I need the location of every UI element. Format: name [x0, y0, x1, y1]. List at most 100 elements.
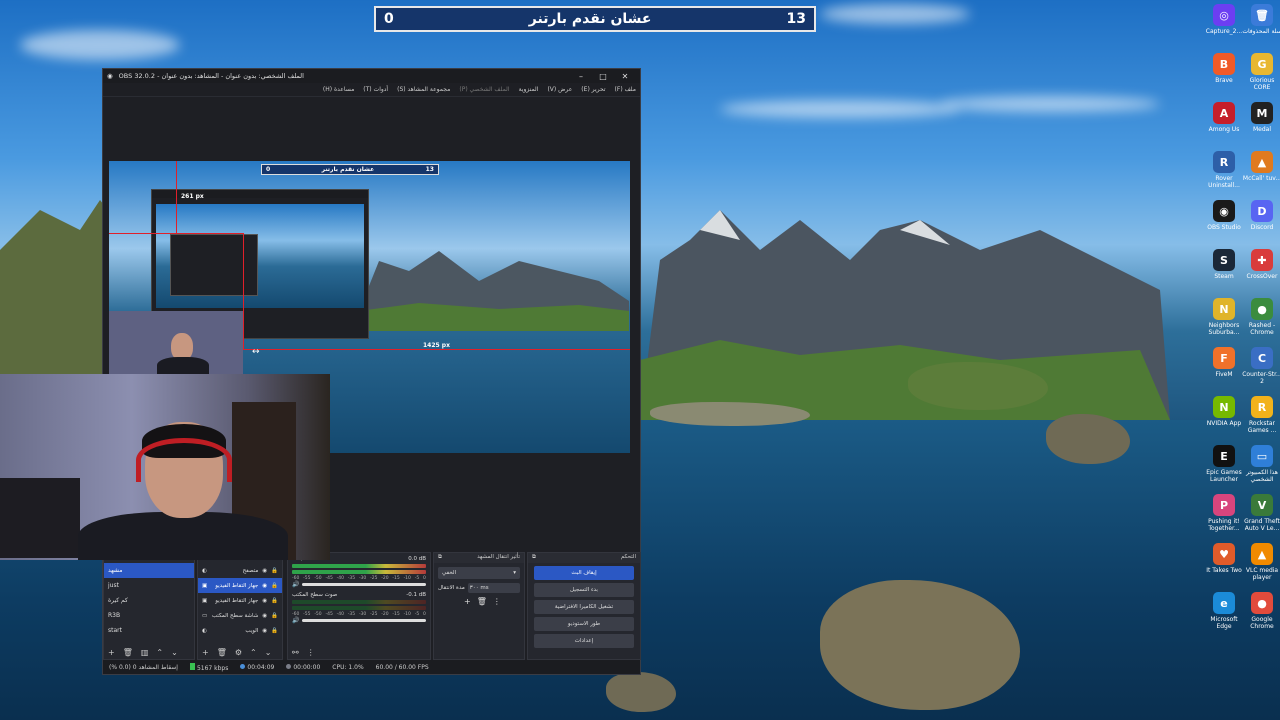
menu-edit[interactable]: تحرير (E) [581, 86, 605, 93]
desktop-icons: ◎ Capture_2... 🗑 سلة المحذوفات B Brave G Glorio… [1200, 0, 1280, 700]
desktop-icon[interactable]: ▭ هذا الكمبيوتر الشخصي [1242, 445, 1280, 483]
desktop-icon[interactable]: ● Google Chrome [1242, 592, 1280, 630]
desktop-icon[interactable]: B Brave [1204, 53, 1244, 84]
desktop-icon[interactable]: F FiveM [1204, 347, 1244, 378]
desktop-icon[interactable]: A Among Us [1204, 102, 1244, 133]
desktop-icon-label: It Takes Two [1206, 567, 1242, 574]
maximize-icon[interactable]: □ [592, 72, 614, 81]
desktop-icon[interactable]: ✚ CrossOver [1242, 249, 1280, 280]
app-icon: ● [1251, 592, 1273, 614]
trash-icon[interactable]: 🗑 [217, 648, 227, 657]
source-item[interactable]: ◐ متصفح ◉ 🔒 [198, 563, 282, 578]
start-recording-button[interactable]: بدء التسجيل [534, 583, 634, 597]
trash-icon[interactable]: 🗑 [123, 648, 133, 657]
desktop-icon[interactable]: ▲ VLC media player [1242, 543, 1280, 581]
desktop-icon[interactable]: E Epic Games Launcher [1204, 445, 1244, 483]
desktop-icon[interactable]: ▲ McCall' tuv... [1242, 151, 1280, 182]
volume-slider[interactable] [302, 583, 426, 586]
lock-icon[interactable]: 🔒 [271, 628, 278, 634]
menu-tools[interactable]: أدوات (T) [363, 86, 388, 93]
eye-icon[interactable]: ◉ [262, 598, 267, 604]
scene-item[interactable]: R3B [104, 608, 194, 623]
scale-tick: -5 [414, 612, 420, 617]
scale-tick: -30 [358, 612, 367, 617]
stop-stream-button[interactable]: إيقاف البث [534, 566, 634, 580]
up-icon[interactable]: ⌃ [156, 648, 163, 657]
down-icon[interactable]: ⌄ [265, 648, 272, 657]
studio-mode-button[interactable]: طور الاستوديو [534, 617, 634, 631]
eye-icon[interactable]: ◉ [262, 568, 267, 574]
desktop-icon-label: OBS Studio [1207, 224, 1241, 231]
source-item[interactable]: ▣ جهاز التقاط الفيديو ◉ 🔒 [198, 593, 282, 608]
menu-file[interactable]: ملف (F) [615, 86, 636, 93]
more-icon[interactable]: ⋮ [493, 597, 501, 606]
eye-icon[interactable]: ◉ [262, 583, 267, 589]
desktop-icon-label: Neighbors Suburba... [1208, 322, 1240, 336]
desktop-icon[interactable]: ♥ It Takes Two [1204, 543, 1244, 574]
guide-vertical-right [243, 233, 244, 349]
add-icon[interactable]: + [108, 648, 115, 657]
down-icon[interactable]: ⌄ [171, 648, 178, 657]
eye-icon[interactable]: ◉ [262, 628, 267, 634]
popout-icon[interactable]: ⧉ [438, 554, 442, 562]
desktop-icon[interactable]: ◉ OBS Studio [1204, 200, 1244, 231]
desktop-icon[interactable]: N NVIDIA App [1204, 396, 1244, 427]
eye-icon[interactable]: ◉ [262, 613, 267, 619]
menu-profile[interactable]: الملف الشخصي (P) [459, 86, 509, 93]
volume-slider[interactable] [302, 619, 426, 622]
scene-item[interactable]: just [104, 578, 194, 593]
menu-scene-collection[interactable]: مجموعة المشاهد (S) [397, 86, 450, 93]
speaker-icon[interactable]: 🔊 [292, 617, 299, 624]
obs-title-bar[interactable]: ◉ OBS 32.0.2 - الملف الشخصي: بدون عنوان … [103, 69, 640, 83]
source-item[interactable]: ▭ شاشة سطح المكتب ◉ 🔒 [198, 608, 282, 623]
source-label: جهاز التقاط الفيديو [215, 597, 259, 604]
scene-item[interactable]: كم كيرة [104, 593, 194, 608]
transition-select[interactable]: الخفي ▾ [438, 567, 520, 579]
lock-icon[interactable]: 🔒 [271, 583, 278, 589]
lock-icon[interactable]: 🔒 [271, 568, 278, 574]
minimize-icon[interactable]: – [570, 72, 592, 81]
desktop-icon[interactable]: M Medal [1242, 102, 1280, 133]
scene-item[interactable]: start [104, 623, 194, 638]
fps: 60.00 / 60.00 FPS [375, 663, 429, 671]
speaker-icon[interactable]: 🔊 [292, 581, 299, 588]
filter-icon[interactable]: ▥ [141, 648, 149, 657]
scene-item[interactable]: مشهد [104, 563, 194, 578]
lock-icon[interactable]: 🔒 [271, 598, 278, 604]
menu-view[interactable]: عرض (V) [547, 86, 572, 93]
desktop-icon[interactable]: S Steam [1204, 249, 1244, 280]
desktop-icon[interactable]: N Neighbors Suburba... [1204, 298, 1244, 336]
desktop-icon[interactable]: C Counter-Str... 2 [1242, 347, 1280, 385]
desktop-icon[interactable]: R Rockstar Games ... [1242, 396, 1280, 434]
menu-docks[interactable]: المنزوية [519, 86, 539, 93]
link-icon[interactable]: ⚯ [292, 648, 299, 657]
trash-icon[interactable]: 🗑 [477, 597, 487, 606]
virtual-camera-button[interactable]: تشغيل الكاميرا الافتراضية [534, 600, 634, 614]
desktop-icon[interactable]: e Microsoft Edge [1204, 592, 1244, 630]
gear-icon[interactable]: ⚙ [235, 648, 242, 657]
duration-input[interactable]: ٣٠٠ ms [467, 583, 520, 593]
add-icon[interactable]: + [464, 597, 471, 606]
desktop-icon[interactable]: ● Rashed - Chrome [1242, 298, 1280, 336]
desktop-icon[interactable]: V Grand Theft Auto V Le... [1242, 494, 1280, 532]
desktop-icon[interactable]: G Glorious CORE [1242, 53, 1280, 91]
desktop-icon[interactable]: ◎ Capture_2... [1204, 4, 1244, 35]
desktop-icon[interactable]: P Pushing it! Together... [1204, 494, 1244, 532]
desktop-icon[interactable]: R Rover Uninstall... [1204, 151, 1244, 189]
score-left: 13 [786, 11, 806, 27]
desktop-icon[interactable]: 🗑 سلة المحذوفات [1242, 4, 1280, 35]
source-item[interactable]: ▣ جهاز التقاط الفيديو ◉ 🔒 [198, 578, 282, 593]
close-icon[interactable]: ✕ [614, 72, 636, 81]
scale-tick: -10 [403, 612, 411, 617]
cloud [820, 4, 970, 24]
lock-icon[interactable]: 🔒 [271, 613, 278, 619]
up-icon[interactable]: ⌃ [250, 648, 257, 657]
popout-icon[interactable]: ⧉ [532, 554, 536, 562]
desktop-icon[interactable]: D Discord [1242, 200, 1280, 231]
menu-help[interactable]: مساعدة (H) [323, 86, 354, 93]
more-icon[interactable]: ⋮ [307, 648, 315, 657]
app-icon: ✚ [1251, 249, 1273, 271]
settings-button[interactable]: إعدادات [534, 634, 634, 648]
add-icon[interactable]: + [202, 648, 209, 657]
source-item[interactable]: ◐ الويب ◉ 🔒 [198, 623, 282, 638]
